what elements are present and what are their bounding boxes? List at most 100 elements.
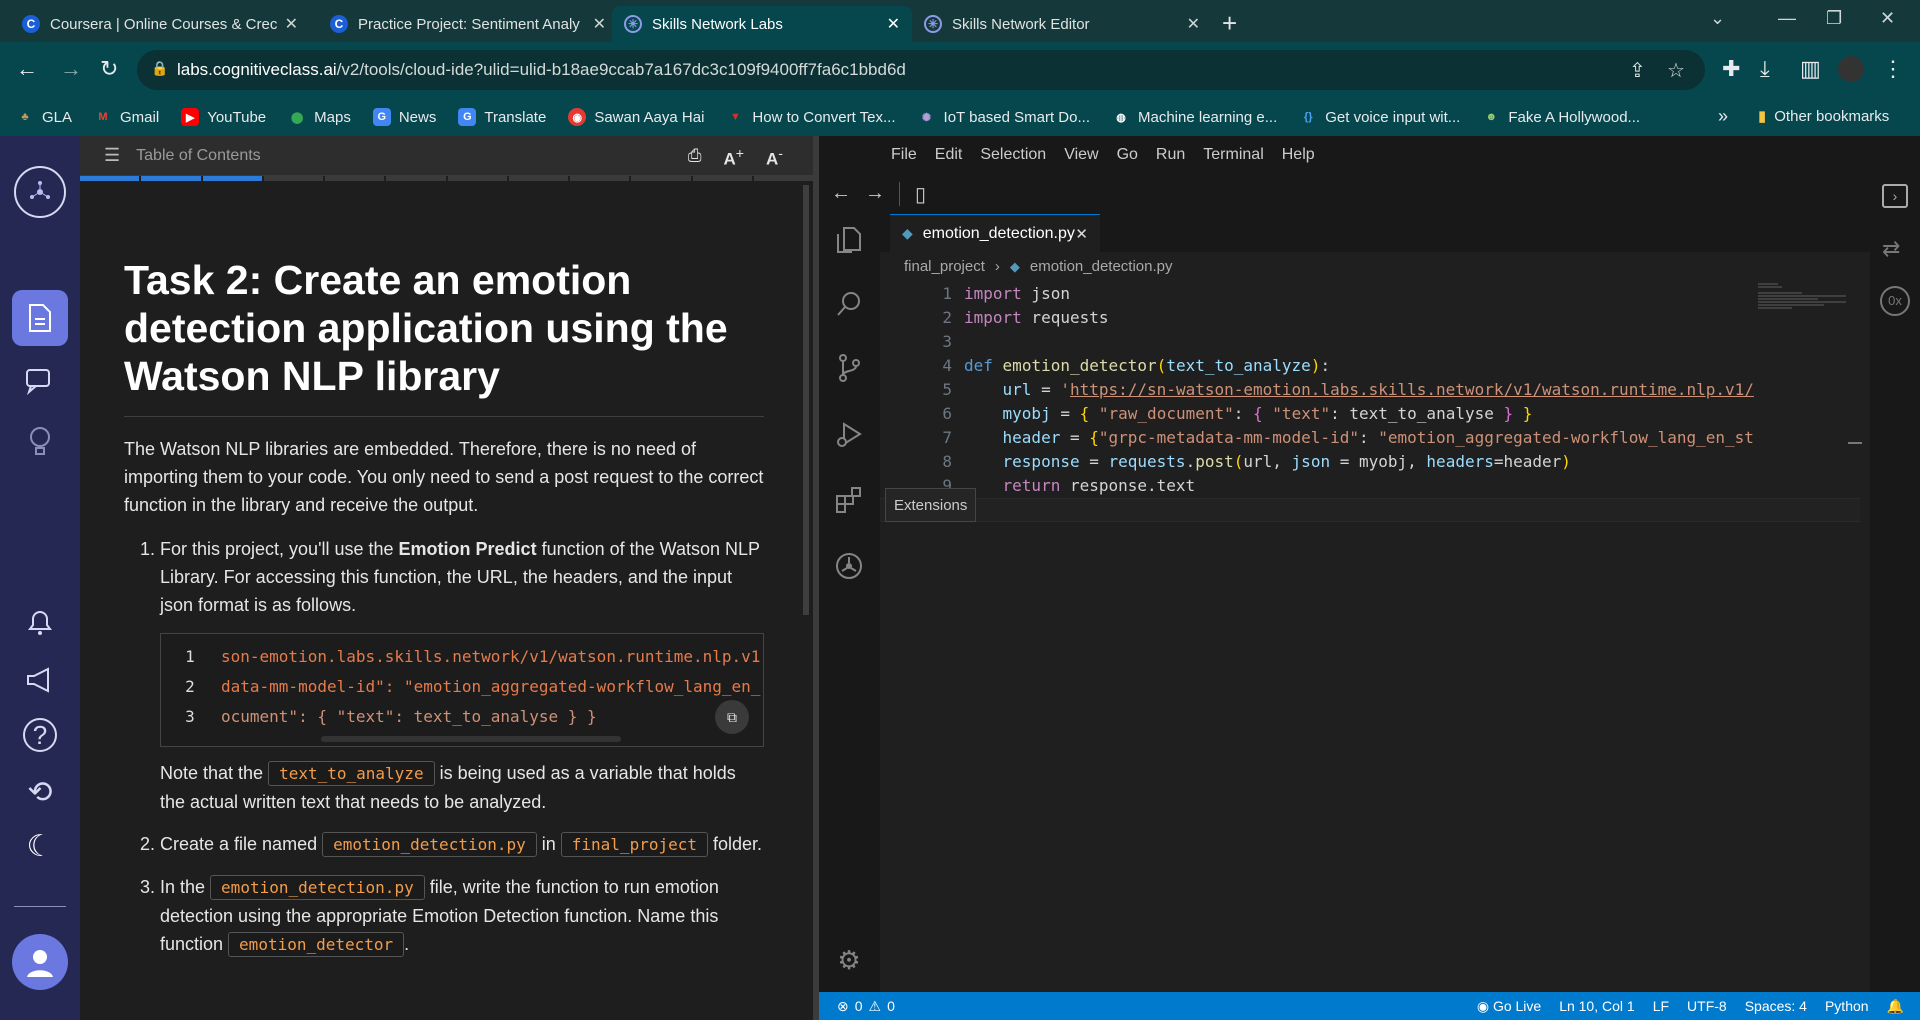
token[interactable]: https://sn-watson-emotion.labs.skills.ne… [1070,380,1754,399]
browser-tab-coursera[interactable]: C Coursera | Online Courses & Crec ✕ [10,6,310,42]
dark-mode-moon-icon[interactable]: ☾ [20,826,60,866]
indent-indicator[interactable]: Spaces: 4 [1745,998,1807,1015]
bookmark-maps[interactable]: ⬤ Maps [288,108,351,126]
skills-network-toolbox-icon[interactable] [833,550,865,582]
progress-segment[interactable] [263,176,323,181]
language-mode[interactable]: Python [1825,998,1869,1015]
copy-code-icon[interactable]: ⧉ [715,700,749,734]
close-tab-icon[interactable]: ✕ [887,14,900,34]
run-debug-icon[interactable] [833,418,865,450]
side-panel-icon[interactable]: ▥ [1800,56,1821,82]
browser-tab-skills-network-labs[interactable]: ✳ Skills Network Labs ✕ [612,6,912,42]
bookmark-sawan[interactable]: ◉ Sawan Aaya Hai [568,108,704,126]
problems-indicator[interactable]: ⊗ 0 ⚠ 0 [837,998,895,1015]
progress-segment[interactable] [386,176,446,181]
progress-segment[interactable] [508,176,568,181]
bookmark-translate[interactable]: G Translate [458,108,546,126]
close-window-button[interactable]: ✕ [1880,8,1895,29]
refresh-icon[interactable]: ⟲ [20,772,60,812]
progress-segment[interactable] [692,176,752,181]
notifications-bell-icon[interactable]: 🔔 [1887,998,1904,1015]
go-back-icon[interactable]: ← [831,182,851,205]
skills-network-logo-icon[interactable] [14,166,66,218]
print-icon[interactable]: ⎙ [688,146,702,170]
tab-search-icon[interactable]: ⌄ [1710,8,1725,29]
menu-go[interactable]: Go [1117,146,1138,164]
extensions-icon[interactable]: ✚ [1722,56,1740,82]
code-scrollbar[interactable] [321,736,621,742]
go-forward-icon[interactable]: → [865,182,885,205]
forward-icon[interactable]: → [60,56,82,82]
help-icon[interactable]: ? [23,718,57,752]
menu-help[interactable]: Help [1282,146,1315,164]
browser-tab-practice-project[interactable]: C Practice Project: Sentiment Analy ✕ [318,6,618,42]
instructions-scrollbar[interactable] [803,185,809,615]
close-tab-icon[interactable]: ✕ [1075,225,1088,243]
menu-run[interactable]: Run [1156,146,1185,164]
git-graph-icon[interactable]: ⇄ [1882,236,1900,262]
bookmark-convert[interactable]: ▼ How to Convert Tex... [726,108,896,126]
extensions-icon[interactable] [833,484,865,516]
menu-file[interactable]: File [891,146,917,164]
bookmark-voice[interactable]: {} Get voice input wit... [1299,108,1460,126]
new-tab-button[interactable]: + [1222,8,1237,39]
bookmark-gla[interactable]: ♣ GLA [16,108,72,126]
cursor-position[interactable]: Ln 10, Col 1 [1559,998,1635,1015]
bookmark-gmail[interactable]: M Gmail [94,108,159,126]
progress-segment[interactable] [631,176,691,181]
share-icon[interactable]: ⇪ [1629,58,1646,83]
hex-icon[interactable]: 0x [1880,286,1910,316]
lightbulb-icon[interactable] [20,422,60,462]
toggle-sidebar-icon[interactable]: ▯ [915,182,926,207]
bookmark-star-icon[interactable]: ☆ [1667,58,1685,83]
panel-toggle-icon[interactable]: › [1882,184,1908,208]
menu-view[interactable]: View [1064,146,1098,164]
close-tab-icon[interactable]: ✕ [285,14,298,34]
search-icon[interactable] [833,288,865,320]
increase-font-icon[interactable]: A+ [723,146,744,170]
progress-segment[interactable] [141,176,201,181]
settings-gear-icon[interactable]: ⚙ [833,944,865,976]
code-editor[interactable]: 1 import json 2 import requests 3 4 def emo… [880,282,1860,522]
more-bookmarks-icon[interactable]: » [1718,106,1728,127]
breadcrumb-folder[interactable]: final_project [904,258,985,275]
eol-indicator[interactable]: LF [1653,998,1669,1015]
close-tab-icon[interactable]: ✕ [1187,14,1200,34]
go-live-button[interactable]: ◉ Go Live [1477,998,1541,1015]
other-bookmarks[interactable]: ▮ Other bookmarks [1758,107,1889,126]
download-icon[interactable]: ⤓ [1760,56,1770,82]
bookmark-news[interactable]: G News [372,108,436,126]
bookmark-hollywood[interactable]: ☻ Fake A Hollywood... [1482,108,1641,126]
profile-avatar[interactable] [1838,56,1864,82]
restore-button[interactable]: ❐ [1826,8,1842,29]
progress-segment[interactable] [570,176,630,181]
menu-icon[interactable]: ⋮ [1882,56,1904,82]
notifications-bell-icon[interactable] [20,602,60,642]
instructions-doc-icon[interactable] [12,290,68,346]
menu-terminal[interactable]: Terminal [1203,146,1263,164]
bookmark-ml[interactable]: ◍ Machine learning e... [1112,108,1277,126]
scrollbar-indicator[interactable] [1848,442,1862,444]
address-bar[interactable]: 🔒 labs.cognitiveclass.ai/v2/tools/cloud-… [137,50,1705,90]
toc-label[interactable]: Table of Contents [136,147,261,165]
breadcrumb-file[interactable]: emotion_detection.py [1030,258,1173,275]
announcements-megaphone-icon[interactable] [20,660,60,700]
progress-segment[interactable] [753,176,813,181]
minimap[interactable] [1758,282,1848,312]
editor-tab-emotion-detection[interactable]: ◆ emotion_detection.py ✕ [890,214,1100,252]
progress-segment[interactable] [80,176,140,181]
bookmark-iot[interactable]: ✺ IoT based Smart Do... [918,108,1090,126]
menu-edit[interactable]: Edit [935,146,963,164]
menu-selection[interactable]: Selection [980,146,1046,164]
chat-icon[interactable] [20,362,60,402]
source-control-icon[interactable] [833,352,865,384]
progress-segment[interactable] [447,176,507,181]
progress-segment[interactable] [325,176,385,181]
bookmark-youtube[interactable]: ▶ YouTube [181,108,266,126]
reload-icon[interactable]: ↻ [100,56,118,82]
close-tab-icon[interactable]: ✕ [593,14,606,34]
encoding-indicator[interactable]: UTF-8 [1687,998,1727,1015]
back-icon[interactable]: ← [16,56,38,82]
minimize-button[interactable]: — [1778,8,1796,29]
progress-segment[interactable] [202,176,262,181]
